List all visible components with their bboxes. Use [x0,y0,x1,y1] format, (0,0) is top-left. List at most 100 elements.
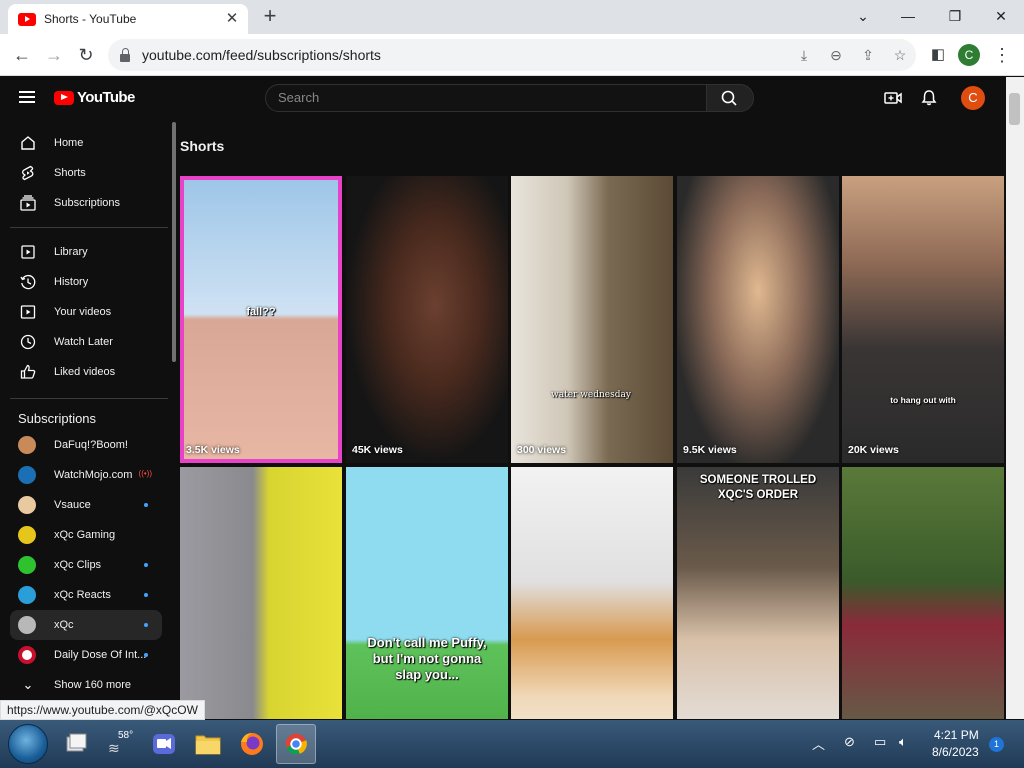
bookmark-star-icon[interactable]: ☆ [884,39,916,71]
chrome-menu-icon[interactable]: ⋮ [990,43,1014,67]
channel-avatar [18,646,36,664]
close-window-button[interactable]: ✕ [986,2,1016,30]
tab-search-chevron-icon[interactable]: ⌄ [848,2,878,30]
new-content-dot [144,623,148,627]
guide-menu-icon[interactable] [19,91,35,103]
weather-widget[interactable]: 58° ≋ [100,724,140,764]
short-card[interactable]: Don't call me Puffy, but I'm not gonna s… [346,467,508,719]
sidebar-item-library[interactable]: Library [10,237,162,267]
guide-sidebar: Home Shorts Subscriptions Library Histor… [0,119,176,719]
browser-tab[interactable]: Shorts - YouTube ✕ [8,4,248,34]
short-card[interactable] [180,467,342,719]
search-button[interactable] [706,84,754,112]
side-panel-icon[interactable]: ◧ [926,43,950,67]
sidebar-item-label: Subscriptions [54,197,121,209]
sidebar-channel-xqc[interactable]: xQc [10,610,162,640]
sidebar-channel-vsauce[interactable]: Vsauce [10,490,162,520]
folder-glyph [195,735,221,755]
sidebar-channel-xqc-reacts[interactable]: xQc Reacts [10,580,162,610]
short-card[interactable]: water wednesday 300 views [511,176,673,463]
sidebar-channel-daily-dose[interactable]: Daily Dose Of Int... [10,640,162,670]
sidebar-item-liked-videos[interactable]: Liked videos [10,357,162,387]
sidebar-channel-watchmojo[interactable]: WatchMojo.com ((•)) [10,460,162,490]
search-input[interactable]: Search [265,84,707,112]
chrome-taskbar-icon[interactable] [276,724,316,764]
firefox-icon[interactable] [232,724,272,764]
video-call-app-icon[interactable] [144,724,184,764]
youtube-favicon-icon [18,12,36,26]
short-card[interactable]: 9.5K views [677,176,839,463]
liked-videos-icon [20,364,36,379]
short-caption: fall?? [246,306,276,318]
address-bar[interactable]: youtube.com/feed/subscriptions/shorts ⤓ … [108,39,916,71]
sidebar-channel-dafuqboom[interactable]: DaFuq!?Boom! [10,430,162,460]
new-tab-button[interactable]: + [258,5,282,29]
sidebar-item-label: Home [54,137,84,149]
short-view-count: 9.5K views [683,444,737,456]
clock-date[interactable]: 8/6/2023 [932,745,979,759]
video-camera-glyph [153,734,175,754]
youtube-header: YouTube Search C [0,77,1006,119]
short-view-count: 20K views [848,444,899,456]
short-card[interactable] [842,467,1004,719]
url-text[interactable]: youtube.com/feed/subscriptions/shorts [142,47,788,63]
channel-name: xQc Clips [54,559,102,571]
firefox-glyph [241,733,263,755]
page-scrollbar-thumb[interactable] [1009,93,1020,125]
tab-close-icon[interactable]: ✕ [224,11,240,27]
install-app-icon[interactable]: ⤓ [788,39,820,71]
restore-button[interactable]: ❐ [940,2,970,30]
page-scrollbar[interactable] [1006,77,1024,719]
zoom-icon[interactable]: ⊖ [820,39,852,71]
reload-button[interactable]: ↻ [74,43,98,67]
channel-avatar [18,436,36,454]
channel-avatar [18,556,36,574]
network-disconnected-icon[interactable]: ⊘ [844,734,855,750]
sidebar-item-your-videos[interactable]: Your videos [10,297,162,327]
home-icon [21,136,35,150]
lock-icon[interactable] [120,47,130,62]
short-card[interactable] [511,467,673,719]
show-more-button[interactable]: ⌄ Show 160 more [10,670,162,700]
sidebar-channel-xqc-gaming[interactable]: xQc Gaming [10,520,162,550]
minimize-button[interactable]: — [893,2,923,30]
new-content-dot [144,653,148,657]
sidebar-item-subscriptions[interactable]: Subscriptions [10,188,162,218]
sidebar-item-home[interactable]: Home [10,128,162,158]
short-card[interactable]: fall?? 3.5K views [180,176,342,463]
file-explorer-icon[interactable] [188,724,228,764]
volume-icon[interactable]: 🔈︎ [899,734,907,750]
profile-avatar[interactable]: C [958,44,980,66]
short-thumbnail [677,176,839,463]
channel-avatar [18,496,36,514]
show-hidden-icons-chevron[interactable]: ︿ [812,734,825,753]
short-card[interactable]: 45K views [346,176,508,463]
sidebar-item-watch-later[interactable]: Watch Later [10,327,162,357]
short-caption: Don't call me Puffy, but I'm not gonna s… [367,635,487,682]
back-button[interactable]: ← [10,43,34,67]
chrome-glyph [285,733,307,755]
short-card[interactable]: to hang out with 20K views [842,176,1004,463]
forward-button[interactable]: → [42,43,66,67]
account-avatar[interactable]: C [961,86,985,110]
task-view-icon[interactable] [56,724,96,764]
sidebar-channel-xqc-clips[interactable]: xQc Clips [10,550,162,580]
notifications-bell-icon[interactable] [919,88,939,108]
youtube-logo[interactable]: YouTube [54,89,135,106]
live-broadcast-icon: ((•)) [138,469,152,478]
channel-name: xQc Reacts [54,589,111,601]
create-video-icon[interactable] [883,88,903,108]
channel-name: Daily Dose Of Int... [54,649,147,661]
sidebar-item-shorts[interactable]: Shorts [10,158,162,188]
share-icon[interactable]: ⇪ [852,39,884,71]
channel-name: Vsauce [54,499,91,511]
new-content-dot [144,563,148,567]
sidebar-item-label: History [54,276,89,288]
notification-badge[interactable]: 1 [989,737,1004,752]
clock-time[interactable]: 4:21 PM [934,728,979,742]
short-card[interactable]: SOMEONE TROLLED XQC'S ORDER [677,467,839,719]
action-center-icon[interactable]: ▭ [874,734,886,750]
sidebar-item-history[interactable]: History [10,267,162,297]
start-button[interactable] [8,724,48,764]
sidebar-scrollbar[interactable] [172,122,176,362]
